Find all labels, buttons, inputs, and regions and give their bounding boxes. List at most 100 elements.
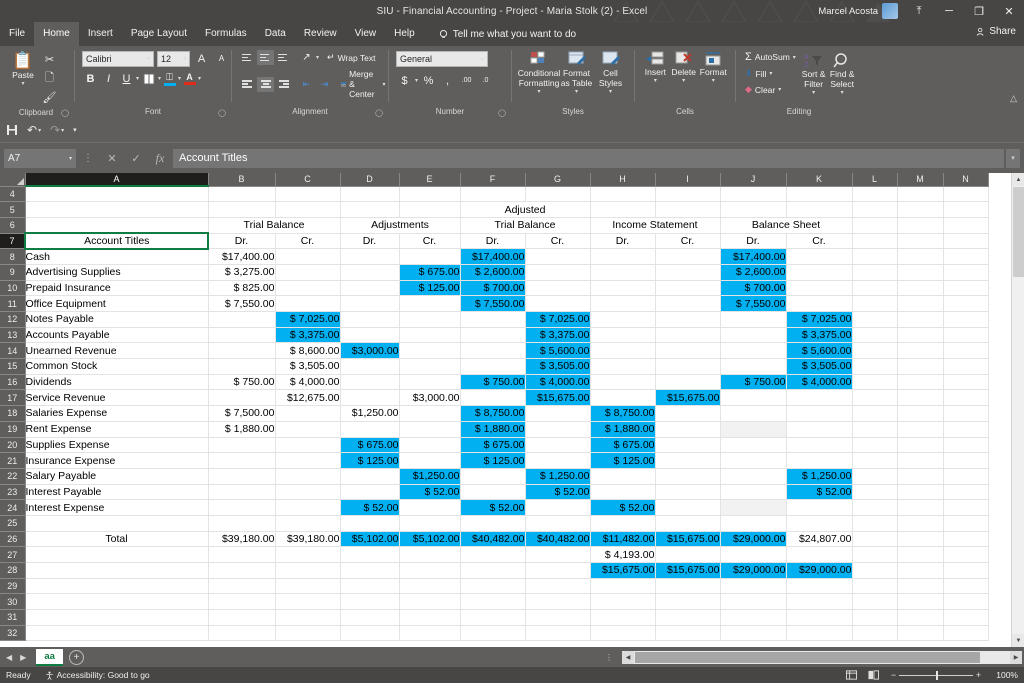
cell-m22[interactable]	[897, 468, 944, 485]
cell-d14[interactable]: $3,000.00	[339, 342, 400, 360]
cell-n28[interactable]	[943, 562, 989, 579]
column-header-a[interactable]: A	[25, 173, 209, 187]
cell-n6[interactable]	[943, 217, 989, 234]
cell-g4[interactable]	[525, 186, 591, 203]
cell-b10[interactable]: $ 825.00	[207, 280, 276, 297]
page-layout-view-button[interactable]	[866, 669, 880, 681]
cell-g28[interactable]	[525, 562, 591, 579]
number-format-select[interactable]: General ▾	[396, 51, 488, 67]
cell-e10[interactable]: $ 125.00	[399, 280, 461, 297]
orientation-button[interactable]: ↗	[298, 50, 315, 65]
cell-l7[interactable]	[852, 233, 898, 250]
cell-e31[interactable]	[399, 609, 461, 626]
cell-m14[interactable]	[897, 342, 944, 360]
cell-k31[interactable]	[786, 609, 853, 626]
cell-k27[interactable]	[786, 546, 853, 563]
cell-k18[interactable]	[786, 405, 853, 422]
next-sheet-icon[interactable]: ▶	[20, 653, 26, 662]
row-header-19[interactable]: 19	[0, 421, 26, 438]
cell-h24[interactable]: $ 52.00	[589, 499, 656, 516]
cell-i9[interactable]	[655, 264, 721, 281]
row-header-26[interactable]: 26	[0, 531, 26, 548]
sheet-nav-buttons[interactable]: ◀ ▶	[6, 653, 30, 662]
cell-i17[interactable]: $15,675.00	[655, 389, 721, 407]
tab-file[interactable]: File	[0, 22, 34, 46]
cell-l21[interactable]	[852, 452, 898, 469]
cell-b6-trial-balance-header[interactable]: Trial Balance	[207, 216, 341, 234]
cell-a20-account[interactable]: Supplies Expense	[25, 436, 209, 454]
cell-m12[interactable]	[897, 311, 944, 328]
cell-b19[interactable]: $ 1,880.00	[207, 421, 276, 438]
cell-i23[interactable]	[655, 483, 721, 501]
cell-i22[interactable]	[655, 467, 721, 485]
accounting-format-button[interactable]: $	[396, 72, 413, 89]
scroll-up-button[interactable]: ▲	[1012, 173, 1024, 186]
cell-a10-account[interactable]: Prepaid Insurance	[25, 280, 209, 297]
cell-i16[interactable]	[655, 374, 721, 391]
cell-h32[interactable]	[589, 625, 656, 642]
delete-cells-button[interactable]: Delete ▾	[670, 49, 698, 85]
cell-m7[interactable]	[897, 233, 944, 250]
cell-k13[interactable]: $ 3,375.00	[786, 327, 853, 344]
align-center-button[interactable]	[257, 76, 274, 92]
cell-n12[interactable]	[943, 311, 989, 328]
cell-h30[interactable]	[589, 593, 656, 611]
cell-n13[interactable]	[943, 327, 989, 344]
insert-function-button[interactable]: fx	[149, 149, 171, 168]
cell-f23[interactable]	[459, 483, 526, 501]
cell-i7-cr[interactable]: Cr.	[655, 232, 721, 250]
cell-k23[interactable]: $ 52.00	[786, 483, 853, 501]
cell-e11[interactable]	[399, 295, 461, 312]
cell-e21[interactable]	[399, 452, 461, 469]
cell-k14[interactable]: $ 5,600.00	[786, 342, 853, 360]
cell-g15[interactable]: $ 3,505.00	[525, 358, 591, 375]
cell-e7-cr[interactable]: Cr.	[399, 232, 461, 250]
cell-h10[interactable]	[589, 280, 656, 297]
cell-a27[interactable]	[25, 546, 209, 563]
fill-color-caret-icon[interactable]: ▾	[178, 75, 181, 82]
cell-a19-account[interactable]: Rent Expense	[25, 421, 209, 438]
cell-g8[interactable]	[525, 248, 591, 265]
accounting-caret-icon[interactable]: ▾	[415, 77, 418, 84]
column-header-f[interactable]: F	[460, 173, 526, 187]
cell-f8[interactable]: $17,400.00	[459, 248, 526, 265]
fill-button[interactable]: ⬇ Fill ▾	[743, 67, 798, 80]
cell-h23[interactable]	[589, 483, 656, 501]
cell-g13[interactable]: $ 3,375.00	[525, 327, 591, 344]
cell-j10[interactable]: $ 700.00	[719, 280, 787, 297]
select-all-button[interactable]	[0, 173, 26, 187]
cell-i14[interactable]	[655, 342, 721, 360]
cell-k29[interactable]	[786, 578, 853, 595]
zoom-in-button[interactable]: +	[973, 670, 984, 680]
cell-e16[interactable]	[399, 374, 461, 391]
cell-h5[interactable]	[589, 201, 656, 218]
cell-b28[interactable]	[207, 562, 276, 579]
cell-m20[interactable]	[897, 437, 944, 454]
cell-j18[interactable]	[719, 405, 787, 422]
row-header-10[interactable]: 10	[0, 280, 26, 297]
cell-c19[interactable]	[275, 421, 341, 438]
percent-style-button[interactable]: %	[420, 72, 437, 89]
cell-k28[interactable]: $29,000.00	[786, 562, 853, 579]
cell-h12[interactable]	[589, 311, 656, 328]
cell-l5[interactable]	[852, 201, 898, 218]
cell-i25[interactable]	[655, 514, 721, 532]
increase-decimal-button[interactable]: .00	[458, 72, 475, 89]
cell-g21[interactable]	[525, 452, 591, 469]
cell-k26[interactable]: $24,807.00	[786, 530, 853, 548]
cell-n10[interactable]	[943, 280, 989, 297]
cell-k15[interactable]: $ 3,505.00	[786, 358, 853, 375]
cell-n8[interactable]	[943, 248, 989, 265]
cell-l22[interactable]	[852, 468, 898, 485]
cell-c8[interactable]	[275, 248, 341, 265]
cut-button[interactable]: ✂	[41, 51, 58, 68]
font-size-input[interactable]: 12 ▾	[157, 50, 190, 67]
cell-j7-dr[interactable]: Dr.	[719, 232, 787, 250]
expand-formula-bar-button[interactable]: ▾	[1006, 148, 1020, 168]
save-button[interactable]	[6, 124, 18, 136]
cell-m16[interactable]	[897, 374, 944, 391]
cell-b30[interactable]	[207, 593, 276, 611]
cell-m15[interactable]	[897, 358, 944, 375]
cell-f12[interactable]	[459, 311, 526, 328]
fill-color-button[interactable]: ⎅	[162, 72, 177, 86]
